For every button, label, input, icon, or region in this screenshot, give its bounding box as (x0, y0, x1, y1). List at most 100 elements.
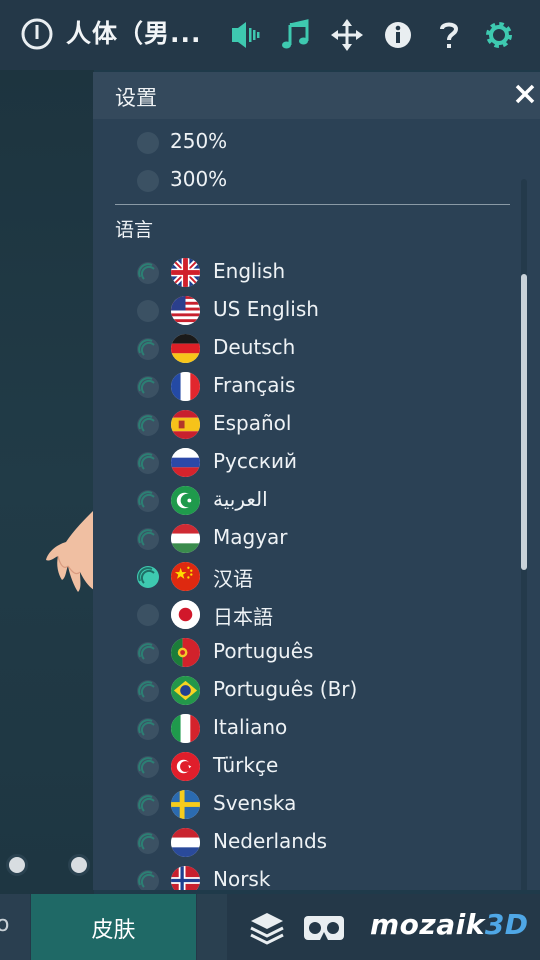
hungary-flag-icon (171, 524, 200, 553)
spain-flag-icon (171, 410, 200, 439)
language-option-portugues-br[interactable]: Português (Br) (93, 673, 513, 711)
language-label: Türkçe (213, 753, 279, 777)
language-option-francais[interactable]: Français (93, 369, 513, 407)
language-option-espanol[interactable]: Español (93, 407, 513, 445)
radio-button[interactable] (137, 528, 159, 550)
brand-main: mozaik (370, 908, 485, 941)
italy-flag-icon (171, 714, 200, 743)
language-label: Svenska (213, 791, 297, 815)
language-label: العربية (213, 487, 268, 511)
bottom-toolbar: o 皮肤 mozaik3D (0, 894, 540, 960)
next-tab[interactable] (197, 894, 227, 960)
netherlands-flag-icon (171, 828, 200, 857)
language-label: Nederlands (213, 829, 328, 853)
language-option-nederlands[interactable]: Nederlands (93, 825, 513, 863)
radio-button-selected[interactable] (137, 566, 159, 588)
mozaik3d-logo: mozaik3D (370, 908, 529, 941)
language-label: Русский (213, 449, 297, 473)
radio-button[interactable] (137, 338, 159, 360)
settings-scroll-area[interactable]: 250% 300% 语言 English US English Deutsch … (93, 119, 540, 890)
language-option-us-english[interactable]: US English (93, 293, 513, 331)
language-label: Magyar (213, 525, 288, 549)
language-option-japanese[interactable]: 日本語 (93, 597, 513, 635)
language-label: 汉语 (213, 567, 253, 591)
language-label: Português (213, 639, 314, 663)
skin-tab-label: 皮肤 (91, 918, 136, 943)
language-option-svenska[interactable]: Svenska (93, 787, 513, 825)
music-icon[interactable] (279, 18, 313, 52)
radio-button[interactable] (137, 680, 159, 702)
language-label: Français (213, 373, 296, 397)
layers-icon[interactable] (248, 910, 286, 946)
language-option-deutsch[interactable]: Deutsch (93, 331, 513, 369)
portugal-flag-icon (171, 638, 200, 667)
radio-button[interactable] (137, 756, 159, 778)
settings-title: 设置 (115, 86, 157, 110)
radio-button[interactable] (137, 376, 159, 398)
close-icon[interactable] (513, 82, 537, 106)
top-toolbar: 人体（男... (0, 0, 540, 70)
brand-accent: 3D (484, 908, 529, 941)
gear-icon[interactable] (482, 18, 516, 52)
language-option-magyar[interactable]: Magyar (93, 521, 513, 559)
language-option-norsk[interactable]: Norsk (93, 863, 513, 890)
scrollbar-thumb[interactable] (521, 274, 527, 570)
move-arrows-icon[interactable] (330, 18, 364, 52)
zoom-option-250[interactable]: 250% (93, 125, 513, 163)
uk-flag-icon (171, 258, 200, 287)
radio-button[interactable] (137, 870, 159, 890)
russia-flag-icon (171, 448, 200, 477)
previous-tab-label: o (0, 912, 10, 937)
arabic-flag-icon (171, 486, 200, 515)
brazil-flag-icon (171, 676, 200, 705)
zoom-option-300[interactable]: 300% (93, 163, 513, 201)
section-divider (115, 204, 510, 205)
japan-flag-icon (171, 600, 200, 629)
radio-button[interactable] (137, 132, 159, 154)
app-title: 人体（男... (66, 19, 202, 48)
radio-button[interactable] (137, 794, 159, 816)
settings-panel: 设置 250% 300% 语言 English US English Deuts… (93, 72, 540, 890)
us-flag-icon (171, 296, 200, 325)
help-icon[interactable] (432, 18, 466, 52)
skin-tab[interactable]: 皮肤 (31, 894, 196, 960)
language-option-russian[interactable]: Русский (93, 445, 513, 483)
nav-dot[interactable] (6, 854, 28, 876)
nav-dot[interactable] (68, 854, 90, 876)
language-option-turkce[interactable]: Türkçe (93, 749, 513, 787)
language-section-title: 语言 (115, 219, 154, 241)
language-option-portugues[interactable]: Português (93, 635, 513, 673)
radio-button[interactable] (137, 604, 159, 626)
language-label: Português (Br) (213, 677, 358, 701)
info-icon[interactable] (381, 18, 415, 52)
language-label: US English (213, 297, 319, 321)
previous-tab[interactable]: o (0, 894, 30, 960)
power-icon[interactable] (20, 17, 54, 51)
hand-model (46, 510, 94, 592)
radio-button[interactable] (137, 170, 159, 192)
language-option-italiano[interactable]: Italiano (93, 711, 513, 749)
radio-button[interactable] (137, 414, 159, 436)
language-label: Deutsch (213, 335, 296, 359)
settings-header: 设置 (93, 72, 540, 119)
norway-flag-icon (171, 866, 200, 890)
china-flag-icon (171, 562, 200, 591)
vr-headset-icon[interactable] (302, 912, 346, 944)
radio-button[interactable] (137, 262, 159, 284)
3d-viewport[interactable] (0, 70, 94, 894)
france-flag-icon (171, 372, 200, 401)
radio-button[interactable] (137, 300, 159, 322)
language-option-english[interactable]: English (93, 255, 513, 293)
radio-button[interactable] (137, 490, 159, 512)
radio-button[interactable] (137, 452, 159, 474)
language-option-arabic[interactable]: العربية (93, 483, 513, 521)
turkey-flag-icon (171, 752, 200, 781)
germany-flag-icon (171, 334, 200, 363)
radio-button[interactable] (137, 718, 159, 740)
radio-button[interactable] (137, 832, 159, 854)
speaker-icon[interactable] (228, 18, 262, 52)
language-label: English (213, 259, 286, 283)
language-option-chinese[interactable]: 汉语 (93, 559, 513, 597)
radio-button[interactable] (137, 642, 159, 664)
scrollbar-track[interactable] (521, 179, 527, 890)
